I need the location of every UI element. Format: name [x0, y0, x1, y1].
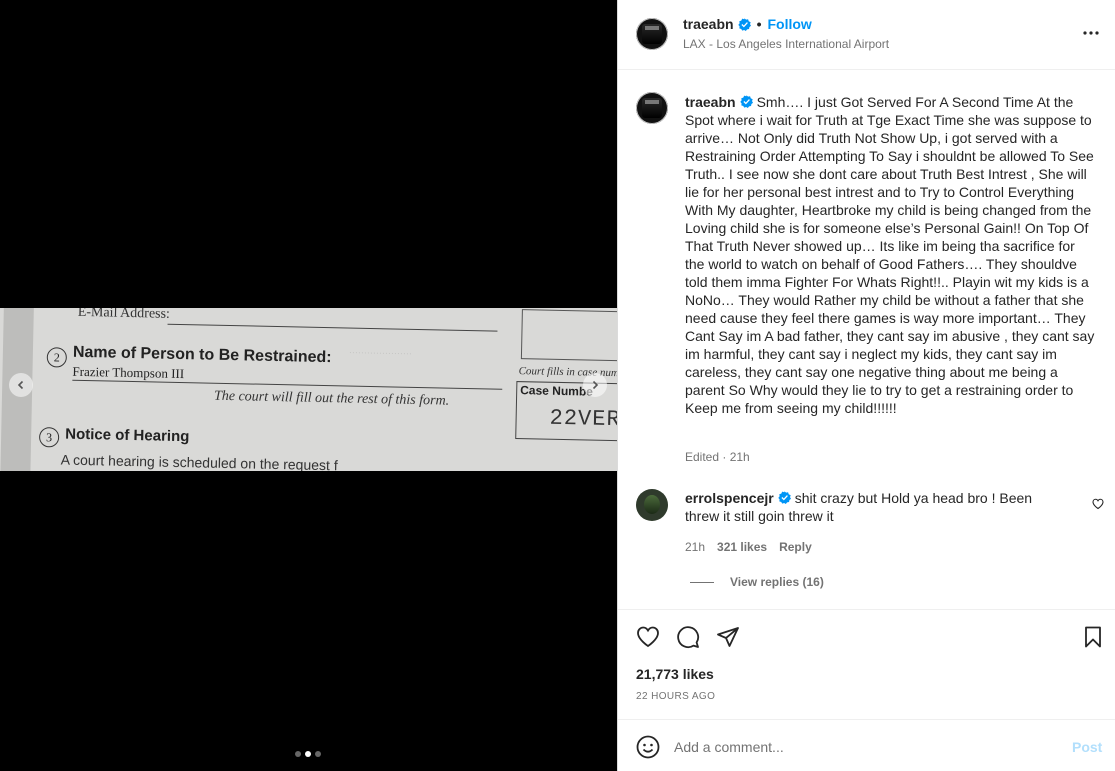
more-options-icon[interactable] [1081, 25, 1101, 41]
emoji-icon[interactable] [636, 735, 660, 759]
author-line: traeabn • Follow [683, 16, 812, 32]
like-heart-icon[interactable] [636, 625, 660, 649]
comment: errolspencejr shit crazy but Hold ya head… [685, 489, 1065, 525]
view-replies-label: View replies (16) [730, 575, 824, 589]
author-username[interactable]: traeabn [683, 16, 734, 32]
verified-badge-icon [778, 491, 791, 504]
commenter-avatar[interactable] [636, 489, 668, 521]
separator-dot: • [756, 16, 762, 32]
comment-time: 21h [685, 540, 706, 554]
carousel-dot-active [305, 751, 311, 757]
post-caption: traeabn Smh…. I just Got Served For A Sec… [685, 93, 1095, 417]
verified-badge-icon [739, 95, 753, 108]
comment-meta: 21h 321 likes Reply [685, 540, 812, 554]
post-location[interactable]: LAX - Los Angeles International Airport [683, 37, 889, 51]
case-number: 22VER [549, 405, 617, 433]
hearing-text: A court hearing is scheduled on the requ… [60, 451, 338, 471]
post-actions: 21,773 likes 22 HOURS AGO [618, 609, 1115, 719]
comment-bubble-icon[interactable] [676, 625, 700, 649]
court-box [520, 309, 617, 362]
add-comment-input[interactable] [674, 734, 1054, 760]
post-comment-button[interactable]: Post [1072, 739, 1102, 755]
carousel-dot [315, 751, 321, 757]
chevron-right-icon [592, 380, 599, 390]
post-detail-panel: traeabn • Follow LAX - Los Angeles Inter… [617, 0, 1115, 771]
add-comment-bar: Post [618, 719, 1115, 771]
save-bookmark-icon[interactable] [1081, 625, 1105, 649]
caption-username[interactable]: traeabn [685, 94, 736, 110]
post-likes-count[interactable]: 21,773 likes [636, 666, 714, 682]
email-line [167, 323, 498, 332]
section-3-title: Notice of Hearing [65, 425, 190, 446]
court-note: The court will fill out the rest of this… [213, 388, 450, 409]
carousel-indicator [295, 751, 321, 757]
caption-text: Smh…. I just Got Served For A Second Tim… [685, 94, 1095, 416]
replies-divider [690, 581, 714, 583]
verified-badge-icon [737, 17, 751, 31]
post-photo: ····················· E-Mail Address: 2 … [0, 308, 617, 471]
carousel-next-button[interactable] [583, 373, 607, 397]
comment-like-heart-icon[interactable] [1092, 498, 1104, 510]
view-replies-button[interactable]: View replies (16) [690, 575, 824, 589]
email-label: E-Mail Address: [77, 308, 171, 322]
section-2-number: 2 [46, 347, 68, 368]
caption-avatar[interactable] [636, 92, 668, 124]
section-3-number: 3 [38, 427, 60, 448]
restraining-order-document: ····················· E-Mail Address: 2 … [0, 308, 617, 471]
post-timestamp: 22 HOURS AGO [636, 691, 716, 702]
post-media: ····················· E-Mail Address: 2 … [0, 0, 617, 771]
follow-button[interactable]: Follow [767, 16, 811, 32]
carousel-dot [295, 751, 301, 757]
name-line [72, 379, 503, 390]
post-header: traeabn • Follow LAX - Los Angeles Inter… [618, 0, 1115, 70]
carousel-prev-button[interactable] [9, 373, 33, 397]
chevron-left-icon [17, 380, 24, 390]
caption-edited-time: Edited · 21h [685, 450, 750, 464]
share-paper-plane-icon[interactable] [716, 625, 740, 649]
author-avatar[interactable] [636, 18, 668, 50]
comment-reply-button[interactable]: Reply [779, 540, 812, 554]
commenter-username[interactable]: errolspencejr [685, 490, 774, 506]
comment-likes[interactable]: 321 likes [717, 540, 767, 554]
